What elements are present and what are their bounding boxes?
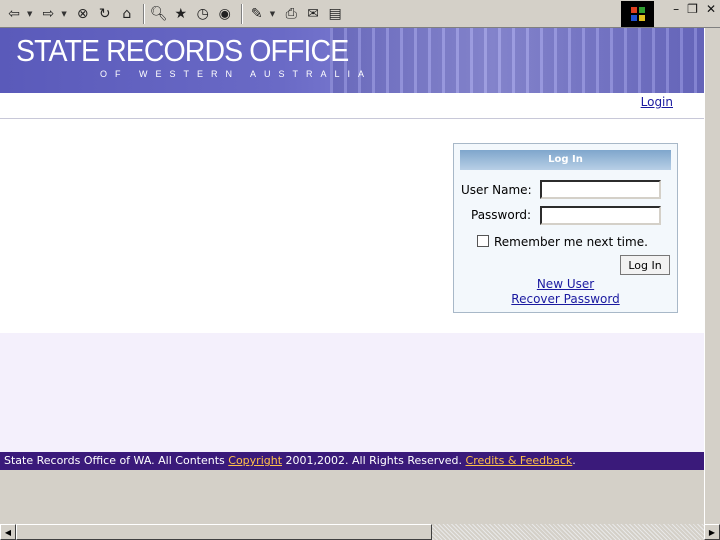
history-icon[interactable]: ◷ [193, 3, 213, 25]
password-label: Password: [471, 208, 532, 222]
toolbar-separator [142, 3, 145, 24]
restore-icon[interactable]: ❐ [687, 2, 698, 16]
password-input[interactable] [540, 206, 661, 225]
horizontal-scroll-thumb[interactable] [16, 524, 432, 540]
window-controls: – ❐ ✕ [673, 2, 716, 16]
stop-icon[interactable]: ⊗ [73, 3, 93, 25]
back-dropdown-icon[interactable]: ▼ [27, 10, 32, 18]
new-user-link[interactable]: New User [453, 277, 678, 291]
login-panel-title: Log In [460, 150, 671, 170]
forward-dropdown-icon[interactable]: ▼ [61, 10, 66, 18]
search-icon[interactable]: 🔍︎ [149, 3, 169, 25]
site-subtitle: OF WESTERN AUSTRALIA [100, 69, 373, 79]
login-submit-button[interactable]: Log In [620, 255, 670, 275]
browser-toolbar: ⇦ ▼ ⇨ ▼ ⊗ ↻ ⌂ 🔍︎ ★ ◷ ◉ ✎ ▼ ⎙ ✉ ▤ [0, 0, 720, 28]
windows-logo-icon [621, 1, 654, 27]
vertical-scrollbar[interactable] [704, 28, 720, 524]
media-icon[interactable]: ◉ [215, 3, 235, 25]
site-title: STATE RECORDS OFFICE [16, 33, 349, 68]
remember-me-checkbox[interactable] [477, 235, 489, 247]
login-panel: Log In User Name: Password: Remember me … [453, 143, 678, 313]
close-icon[interactable]: ✕ [706, 2, 716, 16]
username-label: User Name: [461, 183, 532, 197]
site-banner: STATE RECORDS OFFICE OF WESTERN AUSTRALI… [0, 28, 704, 93]
footer-text: State Records Office of WA. All Contents [4, 454, 229, 467]
credits-feedback-link[interactable]: Credits & Feedback [466, 454, 573, 467]
scroll-right-icon[interactable]: ▶ [704, 524, 720, 540]
minimize-icon[interactable]: – [673, 2, 679, 16]
remember-me-label: Remember me next time. [494, 235, 648, 249]
scroll-left-icon[interactable]: ◀ [0, 524, 16, 540]
edit-dropdown-icon[interactable]: ▼ [270, 10, 275, 18]
recover-password-link[interactable]: Recover Password [453, 292, 678, 306]
top-nav-bar: Login [0, 93, 704, 119]
home-icon[interactable]: ⌂ [117, 3, 137, 25]
banner-shelves-image [330, 28, 704, 93]
back-icon[interactable]: ⇦ [4, 3, 24, 25]
footer-text-middle: 2001,2002. All Rights Reserved. [282, 454, 466, 467]
forward-icon[interactable]: ⇨ [38, 3, 58, 25]
edit-icon[interactable]: ✎ [247, 3, 267, 25]
print-icon[interactable]: ⎙ [281, 3, 301, 25]
refresh-icon[interactable]: ↻ [95, 3, 115, 25]
horizontal-scrollbar[interactable]: ◀ ▶ [0, 524, 720, 540]
page-footer: State Records Office of WA. All Contents… [0, 452, 704, 470]
toolbar-separator [240, 3, 243, 24]
page-viewport: STATE RECORDS OFFICE OF WESTERN AUSTRALI… [0, 28, 704, 470]
footer-text-end: . [572, 454, 576, 467]
page-icon[interactable]: ▤ [325, 3, 345, 25]
username-input[interactable] [540, 180, 661, 199]
copyright-link[interactable]: Copyright [228, 454, 282, 467]
mail-icon[interactable]: ✉ [303, 3, 323, 25]
login-link[interactable]: Login [641, 95, 673, 109]
favorites-icon[interactable]: ★ [171, 3, 191, 25]
